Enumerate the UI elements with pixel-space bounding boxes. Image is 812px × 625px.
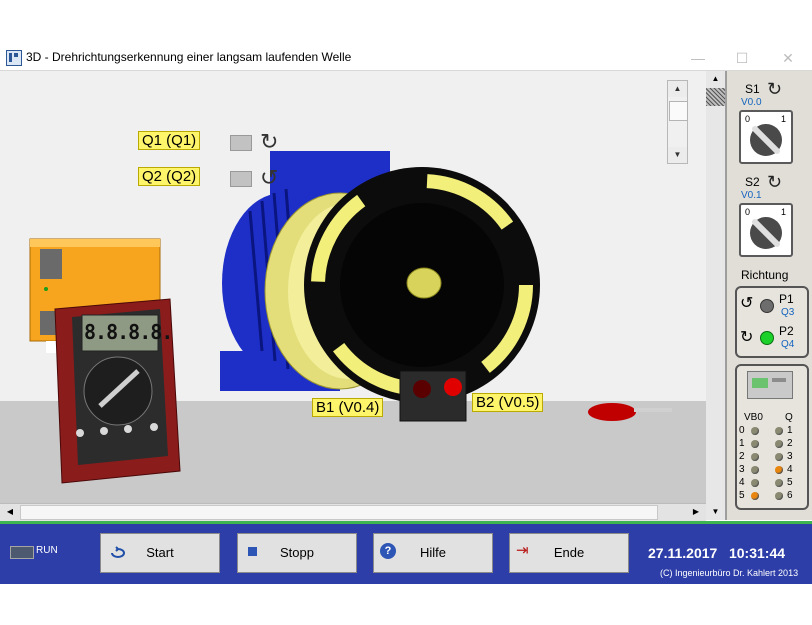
- plc-in-label: 5: [739, 490, 745, 501]
- vscroll-up-arrow-icon[interactable]: ▲: [706, 71, 725, 87]
- vertical-scrollbar[interactable]: [706, 71, 725, 520]
- plc-out-led: [775, 479, 783, 487]
- plc-col-q: Q: [785, 412, 793, 423]
- s1-pos-0: 0: [745, 114, 751, 124]
- p2-lamp: [760, 331, 774, 345]
- plc-icon: [747, 371, 793, 399]
- ende-button[interactable]: ⇥ Ende: [509, 533, 629, 573]
- plc-out-label: 3: [787, 451, 793, 462]
- s1-pos-1: 1: [781, 114, 787, 124]
- time-text: 10:31:44: [728, 545, 786, 561]
- rotate-ccw-icon: ↺: [260, 165, 279, 190]
- plc-out-led: [775, 466, 783, 474]
- plc-in-label: 3: [739, 464, 745, 475]
- plc-out-label: 4: [787, 464, 793, 475]
- zoom-scroll-thumb[interactable]: [669, 101, 688, 121]
- plc-in-led: [751, 492, 759, 500]
- start-label: Start: [146, 545, 174, 560]
- plc-in-label: 2: [739, 451, 745, 462]
- plc-out-label: 1: [787, 425, 793, 436]
- s1-switch[interactable]: 0 1: [739, 110, 793, 164]
- q1-label: Q1 (Q1): [138, 131, 201, 150]
- scroll-down-arrow-icon[interactable]: ▼: [668, 147, 687, 163]
- p1-ccw-icon: ↺: [740, 295, 754, 312]
- close-button[interactable]: ✕: [766, 47, 810, 69]
- s2-pos-0: 0: [745, 207, 751, 217]
- s1-rotate-icon: ↻: [767, 79, 783, 99]
- plc-in-label: 0: [739, 425, 745, 436]
- zoom-scrollbar[interactable]: ▲ ▼: [667, 80, 688, 164]
- s2-label: S2: [745, 175, 760, 189]
- 3d-viewport[interactable]: 8.8.8.8. Q1 (Q1) ↻ Q2 (Q2) ↺ B1 (V0.4) B…: [0, 71, 706, 503]
- p1-label: P1: [779, 292, 794, 306]
- hscroll-right-arrow-icon[interactable]: ▶: [688, 503, 704, 520]
- minimize-button[interactable]: —: [676, 47, 720, 69]
- vertical-scroll-thumb[interactable]: [706, 88, 725, 106]
- plc-in-label: 1: [739, 438, 745, 449]
- s2-var: V0.1: [741, 190, 762, 201]
- plc-out-label: 5: [787, 477, 793, 488]
- plc-in-led: [751, 427, 759, 435]
- p2-var: Q4: [781, 339, 795, 350]
- plc-in-led: [751, 479, 759, 487]
- start-button[interactable]: Start: [100, 533, 220, 573]
- date-time: 27.11.2017 10:31:44: [648, 545, 785, 561]
- app-icon[interactable]: [6, 50, 22, 66]
- p1-var: Q3: [781, 307, 795, 318]
- plc-out-led: [775, 453, 783, 461]
- plc-out-label: 2: [787, 438, 793, 449]
- maximize-button[interactable]: ☐: [720, 47, 764, 69]
- vscroll-down-arrow-icon[interactable]: ▼: [706, 504, 725, 520]
- date-text: 27.11.2017: [648, 545, 718, 561]
- plc-in-led: [751, 466, 759, 474]
- scroll-up-arrow-icon[interactable]: ▲: [668, 81, 687, 97]
- stopp-label: Stopp: [280, 545, 314, 560]
- plc-in-led: [751, 440, 759, 448]
- plc-out-label: 6: [787, 490, 793, 501]
- sensor-block-graphic: [399, 370, 467, 422]
- plc-in-led: [751, 453, 759, 461]
- richtung-label: Richtung: [741, 268, 789, 282]
- s1-var: V0.0: [741, 97, 762, 108]
- encoder-disc-graphic: [304, 167, 540, 403]
- scene-graphics: [29, 151, 672, 484]
- p2-label: P2: [779, 324, 794, 338]
- s2-switch[interactable]: 0 1: [739, 203, 793, 257]
- p1-lamp: [760, 299, 774, 313]
- hscroll-left-arrow-icon[interactable]: ◀: [2, 503, 18, 520]
- window-title: 3D - Drehrichtungserkennung einer langsa…: [26, 50, 352, 64]
- hilfe-button[interactable]: ? Hilfe: [373, 533, 493, 573]
- rotate-cw-icon: ↻: [260, 129, 279, 154]
- p2-cw-icon: ↻: [740, 329, 754, 346]
- horizontal-scroll-thumb[interactable]: [20, 505, 658, 520]
- q2-indicator: [230, 171, 252, 187]
- s1-label: S1: [745, 82, 760, 96]
- s2-pos-1: 1: [781, 207, 787, 217]
- run-label: RUN: [36, 545, 58, 556]
- stopp-button[interactable]: Stopp: [237, 533, 357, 573]
- copyright: (C) Ingenieurbüro Dr. Kahlert 2013: [660, 568, 799, 578]
- q1-indicator: [230, 135, 252, 151]
- screwdriver-graphic: [588, 403, 672, 421]
- ende-label: Ende: [553, 545, 585, 560]
- plc-col-vb0: VB0: [744, 412, 763, 423]
- multimeter-display: 8.8.8.8.: [84, 320, 173, 344]
- plc-out-led: [775, 440, 783, 448]
- s2-rotate-icon: ↻: [767, 172, 783, 192]
- plc-in-label: 4: [739, 477, 745, 488]
- q2-label: Q2 (Q2): [138, 167, 201, 186]
- hilfe-label: Hilfe: [419, 545, 446, 560]
- plc-out-led: [775, 492, 783, 500]
- b1-label: B1 (V0.4): [312, 398, 384, 417]
- b2-label: B2 (V0.5): [472, 393, 544, 412]
- plc-out-led: [775, 427, 783, 435]
- run-indicator: [10, 546, 34, 559]
